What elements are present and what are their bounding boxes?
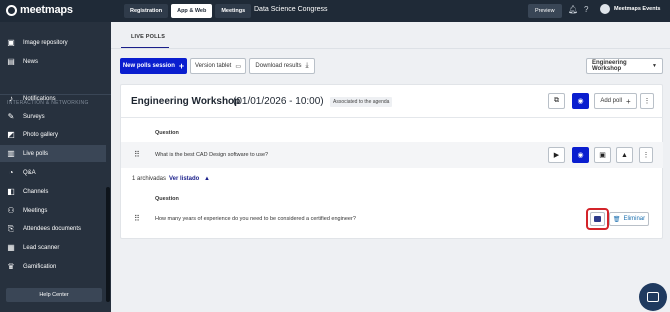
photo-icon: ◩ <box>7 130 15 139</box>
sidebar-item-label: Lead scanner <box>23 244 60 251</box>
sidebar-item-label: Gamification <box>23 263 57 270</box>
restore-poll-button[interactable] <box>590 212 605 226</box>
poll-icon: ▥ <box>7 149 15 158</box>
user-name: Meetmaps Events <box>614 6 661 12</box>
drag-handle-icon[interactable]: ⠿ <box>134 150 140 159</box>
help-icon[interactable]: ? <box>584 5 588 14</box>
sidebar-item-meetings[interactable]: ⚇ Meetings <box>0 202 106 219</box>
tablet-icon: ▭ <box>235 63 242 70</box>
logo-text: meetmaps <box>20 4 73 16</box>
top-bar: meetmaps Registration App & Web Meetings… <box>0 0 670 22</box>
session-select-value: Engineering Workshop <box>592 60 627 72</box>
bell-icon: ♪ <box>9 94 13 103</box>
eliminar-label: Eliminar <box>623 216 646 222</box>
sidebar-item-channels[interactable]: ◧ Channels <box>0 183 106 200</box>
logo-icon <box>6 4 17 16</box>
sidebar-item-surveys[interactable]: ✎ Surveys <box>0 108 106 125</box>
card-divider <box>121 117 663 118</box>
tab-live-polls[interactable]: LIVE POLLS <box>131 34 165 40</box>
tab-registration[interactable]: Registration <box>124 4 169 18</box>
plus-icon: + <box>178 61 185 71</box>
survey-icon: ✎ <box>7 112 15 121</box>
results-icon[interactable]: ▣ <box>594 147 611 163</box>
new-polls-session-label: New polls session <box>122 63 175 69</box>
trash-icon: 🗑︎ <box>612 216 621 223</box>
archived-question-column-header: Question <box>155 196 179 202</box>
download-icon: ⤓ <box>305 62 309 69</box>
help-center-button[interactable]: Help Center <box>6 288 102 302</box>
sidebar-item-label: Meetings <box>23 207 48 214</box>
question-column-header: Question <box>155 130 179 136</box>
user-menu[interactable]: Meetmaps Events <box>600 4 660 14</box>
play-icon[interactable]: ▶ <box>548 147 565 163</box>
bell-icon[interactable]: 🔔︎ <box>568 5 578 14</box>
sidebar: ▣ Image repository ▤ News INTERACTION & … <box>0 22 111 312</box>
sidebar-item-qa[interactable]: ◔ Q&A <box>0 164 106 181</box>
eye-icon[interactable]: ◉ <box>572 93 589 109</box>
version-tablet-button[interactable]: Version tablet ▭ <box>190 58 246 74</box>
chat-icon <box>647 292 659 302</box>
sidebar-item-label: Attendees documents <box>23 225 82 232</box>
sidebar-item-label: News <box>23 58 39 65</box>
tab-meetings[interactable]: Meetings <box>215 4 252 18</box>
sidebar-item-label: Notifications <box>23 95 56 102</box>
add-poll-button[interactable]: Add poll + <box>594 93 637 109</box>
session-title: Engineering Workshop <box>131 96 241 107</box>
sidebar-item-news[interactable]: ▤ News <box>0 53 106 70</box>
sidebar-scrollbar[interactable] <box>106 187 110 302</box>
sidebar-item-live-polls[interactable]: ▥ Live polls <box>0 145 106 162</box>
version-tablet-label: Version tablet <box>194 63 232 69</box>
channels-icon: ◧ <box>7 187 15 196</box>
session-date: (01/01/2026 - 10:00) <box>233 96 324 107</box>
session-select[interactable]: Engineering Workshop ▼ <box>586 58 663 74</box>
caret-up-icon[interactable]: ▲ <box>204 176 210 182</box>
event-name: Data Science Congress <box>254 6 328 13</box>
drag-handle-icon[interactable]: ⠿ <box>134 214 140 223</box>
archived-count: 1 archivadas <box>132 176 167 182</box>
export-icon[interactable]: ⧉ <box>548 93 565 109</box>
archived-poll-question: How many years of experience do you need… <box>155 216 356 222</box>
eye-icon[interactable]: ◉ <box>572 147 589 163</box>
chevron-down-icon: ▼ <box>652 63 657 69</box>
meetings-icon: ⚇ <box>7 206 15 215</box>
news-icon: ▤ <box>7 57 15 66</box>
avatar <box>600 4 610 14</box>
ver-listado-link[interactable]: Ver listado <box>169 176 199 182</box>
sidebar-item-lead-scanner[interactable]: ▦ Lead scanner <box>0 239 106 256</box>
archive-restore-icon <box>594 216 601 222</box>
sidebar-item-attendees-documents[interactable]: ⎘ Attendees documents <box>0 220 106 237</box>
tab-app-web[interactable]: App & Web <box>171 4 213 18</box>
lock-icon[interactable]: ▲ <box>616 147 633 163</box>
poll-question: What is the best CAD Design software to … <box>155 152 269 158</box>
app-logo[interactable]: meetmaps <box>6 4 73 16</box>
qa-icon: ◔ <box>8 168 14 177</box>
trophy-icon: ♛ <box>7 262 15 271</box>
image-icon: ▣ <box>7 38 15 47</box>
scanner-icon: ▦ <box>7 243 15 252</box>
sidebar-item-label: Image repository <box>23 39 68 46</box>
sidebar-item-label: Channels <box>23 188 49 195</box>
new-polls-session-button[interactable]: New polls session + <box>120 58 187 74</box>
eliminar-button[interactable]: 🗑︎ Eliminar <box>609 212 649 226</box>
sidebar-item-image-repository[interactable]: ▣ Image repository <box>0 34 106 51</box>
more-options-icon[interactable]: ⋮ <box>639 147 653 163</box>
more-options-icon[interactable]: ⋮ <box>640 93 654 109</box>
sidebar-item-label: Surveys <box>23 113 45 120</box>
plus-icon: + <box>626 96 631 106</box>
document-icon: ⎘ <box>7 223 15 233</box>
top-tabs: Registration App & Web Meetings <box>124 4 252 18</box>
chat-support-button[interactable] <box>639 283 667 311</box>
preview-button[interactable]: Preview <box>528 4 562 18</box>
sidebar-item-notifications[interactable]: ♪ Notifications <box>0 90 106 107</box>
sidebar-item-label: Live polls <box>23 150 49 157</box>
sidebar-item-gamification[interactable]: ♛ Gamification <box>0 258 106 275</box>
download-results-button[interactable]: Download results ⤓ <box>249 58 315 74</box>
sidebar-item-photo-gallery[interactable]: ◩ Photo gallery <box>0 126 106 143</box>
agenda-badge: Associated to the agenda <box>330 97 393 107</box>
tab-divider <box>111 48 670 49</box>
sidebar-item-label: Photo gallery <box>23 131 59 138</box>
download-results-label: Download results <box>255 63 302 69</box>
add-poll-label: Add poll <box>600 98 622 104</box>
sidebar-item-label: Q&A <box>23 169 36 176</box>
